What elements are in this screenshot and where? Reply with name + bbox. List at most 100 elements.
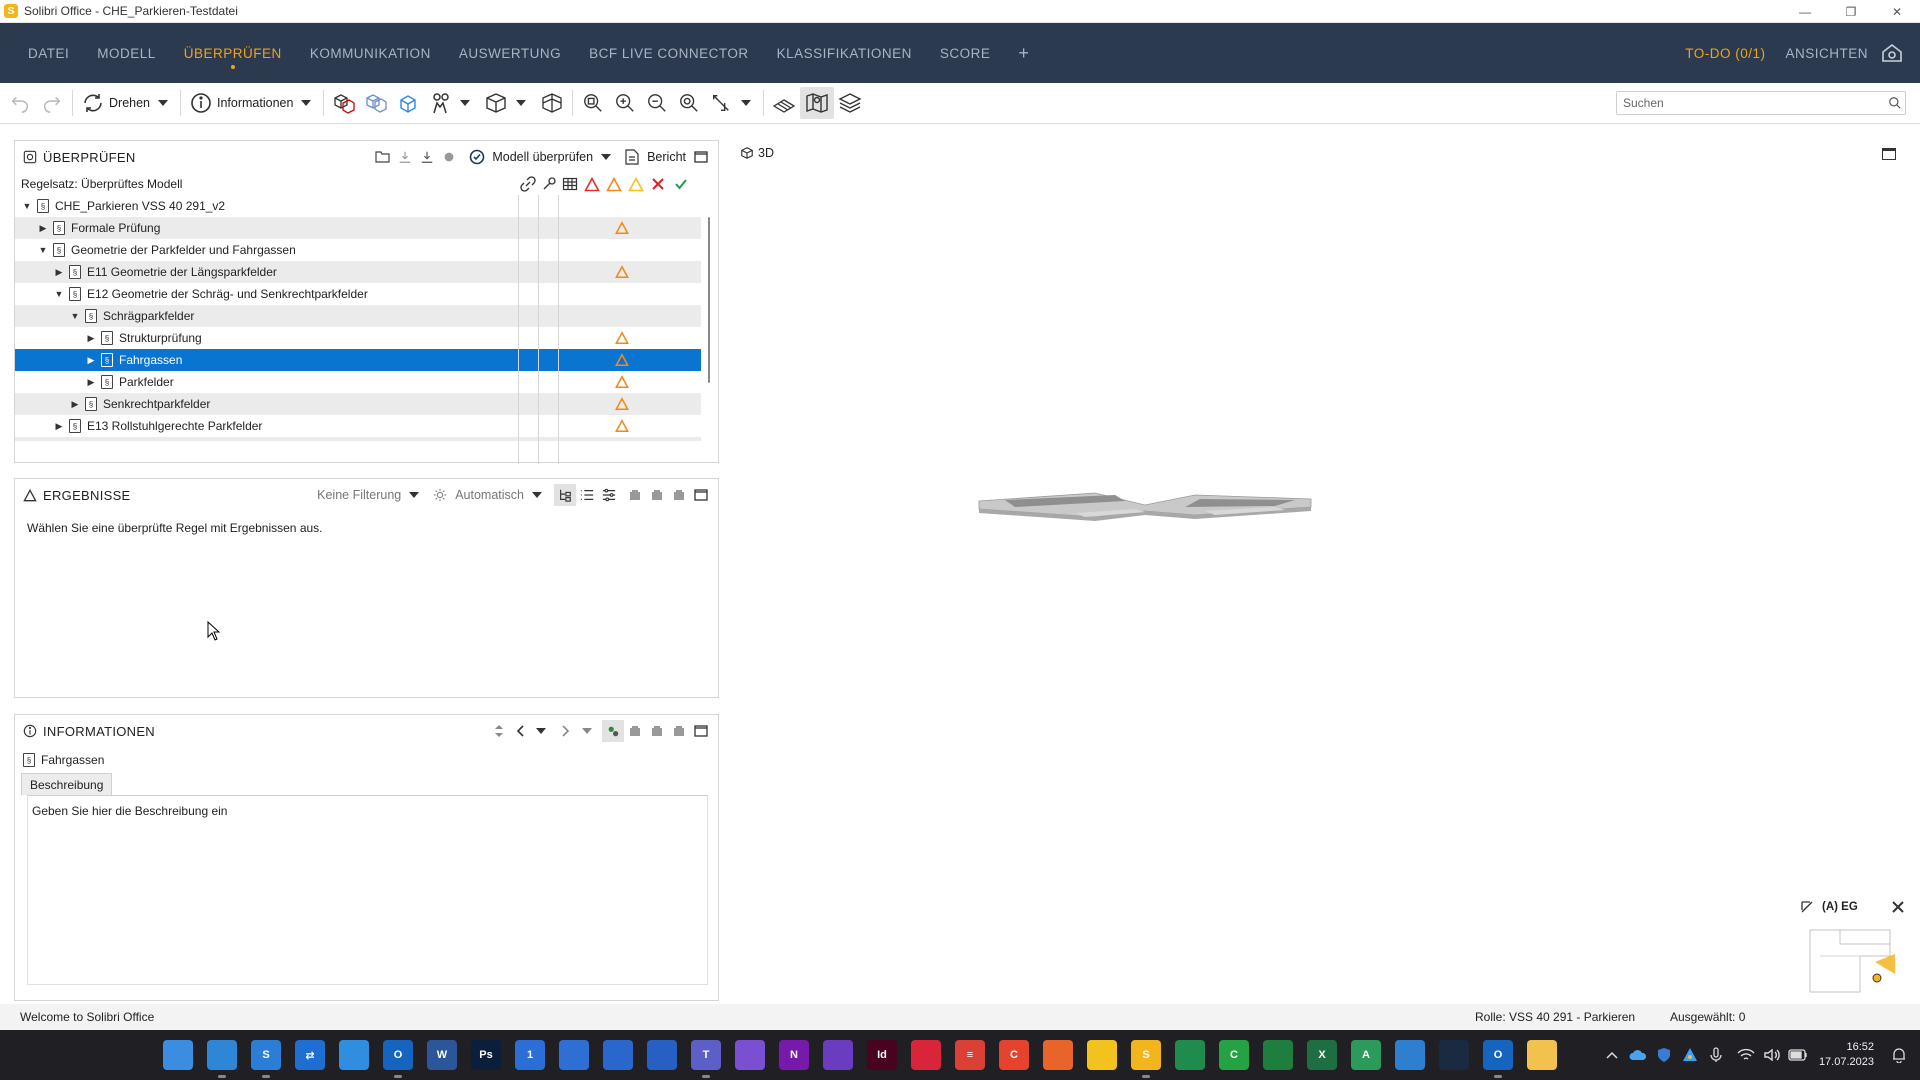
chevron-down-icon[interactable] xyxy=(536,728,546,734)
chevron-down-icon[interactable] xyxy=(460,100,471,106)
chevron-down-icon[interactable] xyxy=(741,100,752,106)
taskbar-app-purple-doc-icon[interactable] xyxy=(735,1040,765,1070)
todo-button[interactable]: TO-DO (0/1) xyxy=(1677,46,1773,61)
taskbar-app-dark-circle-icon[interactable] xyxy=(1439,1040,1469,1070)
menu-datei[interactable]: DATEI xyxy=(14,23,83,83)
bucket-icon-3[interactable] xyxy=(668,484,690,506)
taskbar-app-curve-2-icon[interactable] xyxy=(603,1040,633,1070)
taskbar-app-green-flag-icon[interactable] xyxy=(1263,1040,1293,1070)
sort-updown-icon[interactable] xyxy=(488,720,510,742)
app-tray-icon[interactable] xyxy=(1679,1044,1701,1066)
tab-description[interactable]: Beschreibung xyxy=(21,773,113,795)
report-icon[interactable] xyxy=(621,146,643,168)
collapse-triangle-icon[interactable]: ▼ xyxy=(53,288,65,300)
tree-row[interactable]: ▼ § Schrägparkfelder xyxy=(15,305,701,327)
maximize-view-icon[interactable] xyxy=(1882,148,1896,160)
menu-klassifikationen[interactable]: KLASSIFIKATIONEN xyxy=(763,23,926,83)
collapse-triangle-icon[interactable]: ▼ xyxy=(21,200,33,212)
taskbar-app-green-a-icon[interactable]: A xyxy=(1351,1040,1381,1070)
tree-row[interactable]: ▶ § E13 Rollstuhlgerechte Parkfelder xyxy=(15,415,701,437)
taskbar-app-yellow-note-icon[interactable] xyxy=(1087,1040,1117,1070)
taskbar-teamviewer-icon[interactable]: ⇄ xyxy=(295,1040,325,1070)
tree-row[interactable]: ▶ § E11 Geometrie der Längsparkfelder xyxy=(15,261,701,283)
chevron-down-icon[interactable] xyxy=(601,154,612,160)
taskbar-onepassword-icon[interactable]: 1 xyxy=(515,1040,545,1070)
collapse-triangle-icon[interactable]: ▼ xyxy=(69,310,81,322)
taskbar-todoist-icon[interactable]: ≡ xyxy=(955,1040,985,1070)
floor-plan-icon[interactable] xyxy=(768,87,800,119)
notification-icon[interactable] xyxy=(1888,1044,1910,1066)
minimap-collapse-icon[interactable] xyxy=(1800,900,1814,914)
collapse-triangle-icon[interactable]: ▼ xyxy=(37,244,49,256)
section-box-icon[interactable] xyxy=(536,87,568,119)
taskbar-app-curve-3-icon[interactable] xyxy=(647,1040,677,1070)
taskbar-outlook-icon[interactable]: O xyxy=(1483,1040,1513,1078)
taskbar-app-blue-icon[interactable] xyxy=(339,1040,369,1070)
moderate-issue-icon[interactable] xyxy=(606,176,622,192)
tree-view-icon[interactable] xyxy=(554,484,576,506)
search-icon[interactable] xyxy=(1885,93,1905,113)
layers-icon[interactable] xyxy=(834,87,866,119)
taskbar-onenote-icon[interactable]: N xyxy=(779,1040,809,1070)
tree-row[interactable]: ▶§E14 Parkfelder für Kleinwagen xyxy=(15,437,701,441)
automatic-dropdown[interactable]: Automatisch xyxy=(455,488,524,502)
expand-triangle-icon[interactable]: ▶ xyxy=(53,420,65,432)
close-minimap-icon[interactable] xyxy=(1892,901,1904,913)
chevron-down-icon[interactable] xyxy=(516,100,527,106)
battery-icon[interactable] xyxy=(1787,1044,1809,1066)
tree-scrollbar[interactable] xyxy=(708,217,710,383)
building-model-3d[interactable] xyxy=(975,487,1315,527)
add-tab-button[interactable]: + xyxy=(1004,43,1043,64)
table-icon[interactable] xyxy=(562,176,578,192)
taskbar-windows-start-icon[interactable] xyxy=(163,1040,193,1070)
group-settings-icon[interactable] xyxy=(598,484,620,506)
open-folder-icon[interactable] xyxy=(372,146,394,168)
wifi-icon[interactable] xyxy=(1735,1044,1757,1066)
transparent-components-icon[interactable] xyxy=(360,87,392,119)
maximize-panel-icon[interactable] xyxy=(690,720,712,742)
expand-triangle-icon[interactable]: ▶ xyxy=(37,222,49,234)
bucket-icon-3[interactable] xyxy=(668,720,690,742)
forward-arrow-icon[interactable] xyxy=(554,720,576,742)
zoom-out-icon[interactable] xyxy=(641,87,673,119)
taskbar-photoshop-icon[interactable]: Ps xyxy=(471,1040,501,1070)
zoom-fit-icon[interactable] xyxy=(577,87,609,119)
expand-triangle-icon[interactable]: ▶ xyxy=(85,354,97,366)
taskbar-solibri-s-icon[interactable]: S xyxy=(251,1040,281,1078)
microphone-icon[interactable] xyxy=(1705,1044,1727,1066)
maximize-panel-icon[interactable] xyxy=(690,146,712,168)
security-shield-icon[interactable] xyxy=(1653,1044,1675,1066)
restore-button[interactable]: ❐ xyxy=(1828,0,1874,23)
zoom-selection-icon[interactable] xyxy=(673,87,705,119)
filter-dropdown[interactable]: Keine Filterung xyxy=(317,488,401,502)
menu-bcf-live-connector[interactable]: BCF LIVE CONNECTOR xyxy=(575,23,763,83)
tree-row[interactable]: ▼ § E12 Geometrie der Schräg- und Senkrech… xyxy=(15,283,701,305)
maximize-panel-icon[interactable] xyxy=(690,484,712,506)
onedrive-icon[interactable] xyxy=(1627,1044,1649,1066)
link-icon[interactable] xyxy=(520,176,536,192)
taskbar-clock[interactable]: 16:52 17.07.2023 xyxy=(1819,1040,1874,1070)
volume-icon[interactable] xyxy=(1761,1044,1783,1066)
redo-icon[interactable] xyxy=(36,87,68,119)
search-field[interactable] xyxy=(1616,91,1906,115)
bucket-icon-2[interactable] xyxy=(646,720,668,742)
taskbar-teams-icon[interactable]: T xyxy=(691,1040,721,1078)
sync-selection-icon[interactable] xyxy=(602,720,624,742)
check-model-button[interactable]: Modell überprüfen xyxy=(492,150,593,164)
taskbar-outlook-pre-icon[interactable]: O xyxy=(383,1040,413,1078)
bucket-icon-2[interactable] xyxy=(646,484,668,506)
walk-tool-icon[interactable] xyxy=(424,87,456,119)
home-settings-icon[interactable] xyxy=(1880,41,1904,65)
taskbar-app-curve-1-icon[interactable] xyxy=(559,1040,589,1070)
report-button[interactable]: Bericht xyxy=(647,150,686,164)
box-view-icon[interactable] xyxy=(480,87,512,119)
taskbar-indesign-icon[interactable]: Id xyxy=(867,1040,897,1070)
taskbar-file-explorer-icon[interactable] xyxy=(1527,1040,1557,1070)
download-icon[interactable] xyxy=(394,146,416,168)
list-view-icon[interactable] xyxy=(576,484,598,506)
menu-ueberpruefen[interactable]: ÜBERPRÜFEN xyxy=(170,23,296,83)
expand-triangle-icon[interactable]: ▶ xyxy=(85,376,97,388)
chevron-down-icon[interactable] xyxy=(532,492,542,498)
views-button[interactable]: ANSICHTEN xyxy=(1773,46,1880,61)
wrench-icon[interactable] xyxy=(541,176,557,192)
